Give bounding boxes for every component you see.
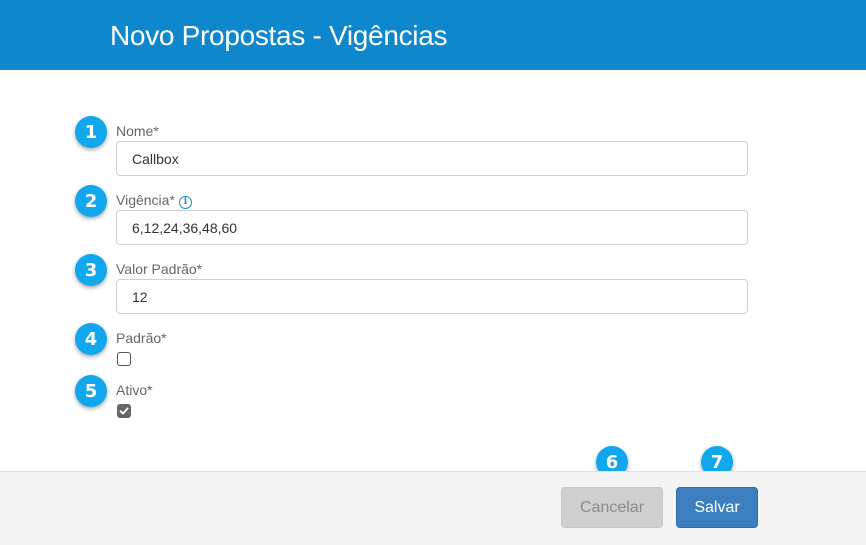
step-badge-5: 5 — [75, 375, 107, 407]
step-badge-2: 2 — [75, 185, 107, 217]
check-icon — [119, 407, 129, 415]
valor-padrao-label: Valor Padrão* — [116, 261, 203, 277]
save-button[interactable]: Salvar — [676, 487, 758, 528]
nome-label: Nome* — [116, 123, 159, 139]
padrao-label: Padrão* — [116, 330, 167, 346]
vigencia-input[interactable]: 6,12,24,36,48,60 — [116, 210, 748, 245]
vigencia-label: Vigência* — [116, 192, 175, 208]
vigencia-label-row: Vigência* i — [116, 192, 192, 209]
step-badge-4: 4 — [75, 323, 107, 355]
valor-padrao-input[interactable]: 12 — [116, 279, 748, 314]
ativo-label: Ativo* — [116, 382, 153, 398]
nome-input[interactable]: Callbox — [116, 141, 748, 176]
ativo-checkbox[interactable] — [117, 404, 131, 418]
step-badge-3: 3 — [75, 254, 107, 286]
padrao-checkbox[interactable] — [117, 352, 131, 366]
dialog-title: Novo Propostas - Vigências — [110, 20, 448, 51]
info-icon[interactable]: i — [178, 196, 192, 209]
cancel-button[interactable]: Cancelar — [561, 487, 663, 528]
step-badge-1: 1 — [75, 116, 107, 148]
dialog-header: Novo Propostas - Vigências — [0, 0, 866, 70]
